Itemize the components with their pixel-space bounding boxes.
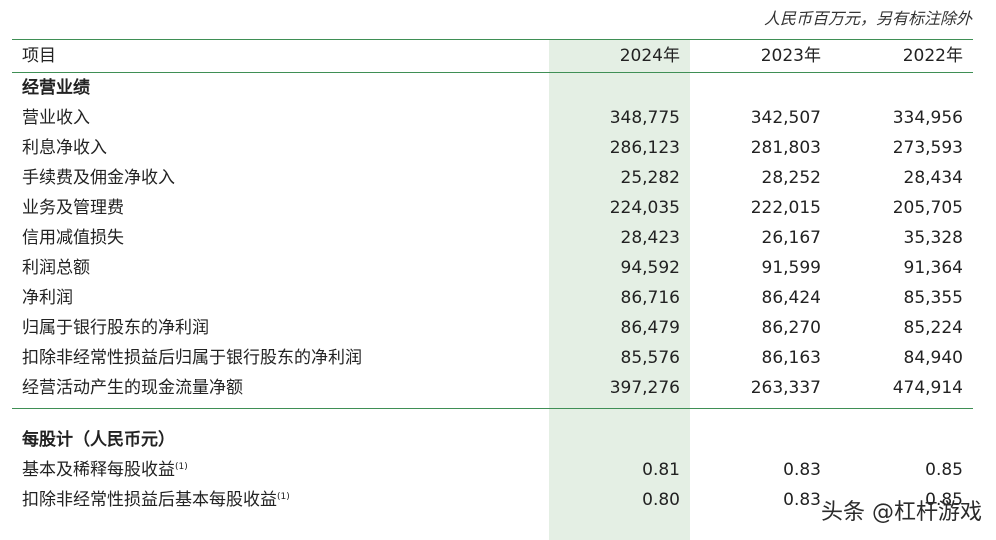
header-year-2022: 2022年 [902,46,963,66]
cell-2022: 35,328 [903,228,963,248]
cell-2024: 25,282 [620,168,680,188]
header-year-2023: 2023年 [760,46,821,66]
cell-2023: 28,252 [761,168,821,188]
cell-2022: 85,224 [903,318,963,338]
cell-2024: 348,775 [609,108,680,128]
cell-2022: 28,434 [903,168,963,188]
footnote-marker: (1) [175,462,188,472]
cell-2024: 86,716 [620,288,680,308]
cell-2024: 86,479 [620,318,680,338]
cell-2024: 0.80 [642,490,680,510]
row-label: 利息净收入 [22,138,107,158]
header-item: 项目 [22,46,56,66]
row-label-text: 扣除非经常性损益后基本每股收益 [22,490,277,510]
table-row: 经营活动产生的现金流量净额 397,276 263,337 474,914 [12,373,973,403]
row-label: 净利润 [22,288,73,308]
row-label: 扣除非经常性损益后基本每股收益(1) [12,485,549,515]
cell-2023: 86,163 [761,348,821,368]
cell-2024: 397,276 [609,378,680,398]
cell-2024: 94,592 [620,258,680,278]
table-row: 手续费及佣金净收入 25,282 28,252 28,434 [12,163,973,193]
cell-2023: 0.83 [783,490,821,510]
cell-2022: 85,355 [903,288,963,308]
row-label: 业务及管理费 [22,198,124,218]
cell-2022: 474,914 [892,378,963,398]
cell-2022: 0.85 [925,460,963,480]
row-label: 信用减值损失 [22,228,124,248]
cell-2022: 84,940 [903,348,963,368]
spacer-row [12,403,973,425]
cell-2023: 342,507 [750,108,821,128]
section-heading: 每股计（人民币元） [12,425,973,455]
section-heading: 经营业绩 [12,73,973,103]
cell-2023: 0.83 [783,460,821,480]
table-row: 利润总额 94,592 91,599 91,364 [12,253,973,283]
cell-2023: 222,015 [750,198,821,218]
cell-2023: 263,337 [750,378,821,398]
row-label: 利润总额 [22,258,90,278]
table-row: 净利润 86,716 86,424 85,355 [12,283,973,313]
row-label-text: 基本及稀释每股收益 [22,460,175,480]
cell-2024: 85,576 [620,348,680,368]
row-label: 手续费及佣金净收入 [22,168,175,188]
cell-2024: 28,423 [620,228,680,248]
cell-2022: 205,705 [892,198,963,218]
table-row: 扣除非经常性损益后归属于银行股东的净利润 85,576 86,163 84,94… [12,343,973,373]
row-label: 营业收入 [22,108,90,128]
row-label: 扣除非经常性损益后归属于银行股东的净利润 [22,348,362,368]
cell-2024: 0.81 [642,460,680,480]
table-row: 信用减值损失 28,423 26,167 35,328 [12,223,973,253]
section-title-operating: 经营业绩 [22,78,90,98]
cell-2023: 281,803 [750,138,821,158]
row-label: 经营活动产生的现金流量净额 [22,378,243,398]
cell-2023: 86,424 [761,288,821,308]
cell-2024: 286,123 [609,138,680,158]
cell-2022: 91,364 [903,258,963,278]
cell-2023: 26,167 [761,228,821,248]
header-row: 项目 2024年 2023年 2022年 [12,40,973,73]
cell-2023: 86,270 [761,318,821,338]
cell-2022: 334,956 [892,108,963,128]
unit-note: 人民币百万元，另有标注除外 [763,9,972,28]
cell-2022: 273,593 [892,138,963,158]
cell-2023: 91,599 [761,258,821,278]
watermark: 头条 @杠杆游戏 [821,500,982,525]
section-title-per-share: 每股计（人民币元） [22,430,175,450]
table-row: 利息净收入 286,123 281,803 273,593 [12,133,973,163]
table-row: 归属于银行股东的净利润 86,479 86,270 85,224 [12,313,973,343]
table-row: 基本及稀释每股收益(1) 0.81 0.83 0.85 [12,455,973,485]
table-row: 营业收入 348,775 342,507 334,956 [12,103,973,133]
header-year-2024: 2024年 [619,46,680,66]
row-label: 归属于银行股东的净利润 [22,318,209,338]
cell-2024: 224,035 [609,198,680,218]
table-row: 业务及管理费 224,035 222,015 205,705 [12,193,973,223]
financial-summary-table: 项目 2024年 2023年 2022年 经营业绩 营业收入 348,775 3… [12,40,973,515]
row-label: 基本及稀释每股收益(1) [12,455,549,485]
footnote-marker: (1) [277,492,290,502]
